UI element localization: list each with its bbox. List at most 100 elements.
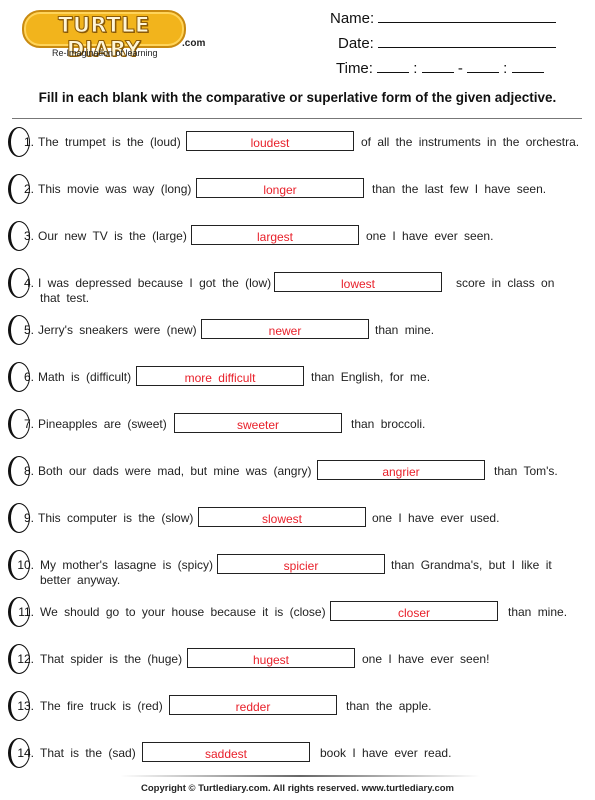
question-number: 9. bbox=[23, 511, 34, 525]
question-continuation: one I have ever seen. bbox=[366, 229, 494, 243]
question-continuation: one I have ever seen! bbox=[362, 652, 490, 666]
answer-box[interactable]: loudest bbox=[186, 131, 354, 151]
question-row: 3. Our new TV is the (large) largest one… bbox=[8, 221, 588, 257]
question-continuation: than English, for me. bbox=[311, 370, 431, 384]
end-hour-field[interactable] bbox=[466, 58, 499, 73]
time-colon: : bbox=[503, 60, 508, 77]
question-prompt: Math is (difficult) bbox=[38, 370, 132, 384]
answer-box[interactable]: spicier bbox=[217, 554, 385, 574]
question-row: 10. My mother's lasagne is (spicy) spici… bbox=[8, 550, 588, 587]
question-row: 1. The trumpet is the (loud) loudest of … bbox=[8, 127, 588, 163]
question-number-badge: 4. bbox=[8, 268, 34, 300]
time-colon: : bbox=[413, 60, 418, 77]
question-number: 2. bbox=[23, 182, 34, 196]
start-hour-field[interactable] bbox=[377, 58, 410, 73]
question-continuation: than Grandma's, but I like it bbox=[391, 558, 552, 572]
question-number-badge: 13. bbox=[8, 691, 34, 723]
question-row: 12. That spider is the (huge) hugest one… bbox=[8, 644, 588, 680]
question-row: 2. This movie was way (long) longer than… bbox=[8, 174, 588, 210]
question-prompt: That spider is the (huge) bbox=[40, 652, 183, 666]
time-row: Time: : - : bbox=[336, 58, 544, 77]
question-number-badge: 7. bbox=[8, 409, 34, 441]
question-row: 13. The fire truck is (red) redder than … bbox=[8, 691, 588, 727]
question-continuation: than broccoli. bbox=[351, 417, 426, 431]
question-continuation-line2: that test. bbox=[40, 291, 90, 305]
question-prompt: This movie was way (long) bbox=[38, 182, 192, 196]
name-field[interactable] bbox=[378, 8, 557, 23]
question-number: 14. bbox=[17, 746, 34, 760]
answer-box[interactable]: hugest bbox=[187, 648, 355, 668]
logo-tagline: Re-Imagination of learning bbox=[52, 48, 158, 58]
question-number-badge: 10. bbox=[8, 550, 34, 582]
answer-box[interactable]: newer bbox=[201, 319, 369, 339]
question-number: 6. bbox=[23, 370, 34, 384]
turtle-diary-logo: TURTLE DIARY .com Re-Imagination of lear… bbox=[22, 10, 206, 62]
question-continuation: one I have ever used. bbox=[372, 511, 500, 525]
date-label: Date: bbox=[338, 35, 374, 52]
question-continuation: of all the instruments in the orchestra. bbox=[361, 135, 580, 149]
question-prompt: Jerry's sneakers were (new) bbox=[38, 323, 197, 337]
answer-box[interactable]: slowest bbox=[198, 507, 366, 527]
time-dash: - bbox=[457, 60, 463, 77]
question-number: 13. bbox=[17, 699, 34, 713]
question-prompt: Both our dads were mad, but mine was (an… bbox=[38, 464, 312, 478]
copyright-footer: Copyright © Turtlediary.com. All rights … bbox=[141, 783, 454, 794]
question-row: 11. We should go to your house because i… bbox=[8, 597, 588, 633]
question-number: 8. bbox=[23, 464, 34, 478]
question-number-badge: 2. bbox=[8, 174, 34, 206]
question-continuation: than Tom's. bbox=[494, 464, 558, 478]
question-number: 3. bbox=[23, 229, 34, 243]
date-field[interactable] bbox=[378, 33, 557, 48]
question-number: 12. bbox=[17, 652, 34, 666]
name-row: Name: bbox=[330, 8, 557, 27]
question-number: 11. bbox=[18, 605, 34, 619]
question-number: 1. bbox=[23, 135, 34, 149]
answer-box[interactable]: redder bbox=[169, 695, 337, 715]
answer-box[interactable]: largest bbox=[191, 225, 359, 245]
question-number-badge: 11. bbox=[8, 597, 34, 629]
question-continuation: than mine. bbox=[375, 323, 435, 337]
question-row: 8. Both our dads were mad, but mine was … bbox=[8, 456, 588, 492]
question-continuation-line2: better anyway. bbox=[40, 573, 121, 587]
question-row: 14. That is the (sad) saddest book I hav… bbox=[8, 738, 588, 774]
footer-divider bbox=[120, 775, 480, 777]
question-number-badge: 1. bbox=[8, 127, 34, 159]
question-number-badge: 5. bbox=[8, 315, 34, 347]
time-label: Time: bbox=[336, 60, 373, 77]
answer-box[interactable]: more difficult bbox=[136, 366, 304, 386]
question-prompt: My mother's lasagne is (spicy) bbox=[40, 558, 214, 572]
question-prompt: Our new TV is the (large) bbox=[38, 229, 187, 243]
question-prompt: The fire truck is (red) bbox=[40, 699, 163, 713]
question-number: 7. bbox=[23, 417, 34, 431]
question-number: 4. bbox=[23, 276, 34, 290]
date-row: Date: bbox=[338, 33, 557, 52]
question-row: 7. Pineapples are (sweet) sweeter than b… bbox=[8, 409, 588, 445]
question-number-badge: 8. bbox=[8, 456, 34, 488]
answer-box[interactable]: longer bbox=[196, 178, 364, 198]
question-continuation: score in class on bbox=[456, 276, 555, 290]
question-number-badge: 14. bbox=[8, 738, 34, 770]
question-number-badge: 9. bbox=[8, 503, 34, 535]
answer-box[interactable]: angrier bbox=[317, 460, 485, 480]
question-number-badge: 12. bbox=[8, 644, 34, 676]
answer-box[interactable]: lowest bbox=[274, 272, 442, 292]
question-prompt: I was depressed because I got the (low) bbox=[38, 276, 272, 290]
question-continuation: than the last few I have seen. bbox=[372, 182, 547, 196]
name-label: Name: bbox=[330, 10, 375, 27]
question-number-badge: 3. bbox=[8, 221, 34, 253]
answer-box[interactable]: sweeter bbox=[174, 413, 342, 433]
question-prompt: Pineapples are (sweet) bbox=[38, 417, 167, 431]
question-row: 5. Jerry's sneakers were (new) newer tha… bbox=[8, 315, 588, 351]
answer-box[interactable]: saddest bbox=[142, 742, 310, 762]
question-continuation: than mine. bbox=[508, 605, 568, 619]
logo-domain: .com bbox=[182, 38, 206, 49]
question-number: 10. bbox=[17, 558, 34, 572]
answer-box[interactable]: closer bbox=[330, 601, 498, 621]
start-minute-field[interactable] bbox=[421, 58, 454, 73]
question-continuation: than the apple. bbox=[346, 699, 432, 713]
question-number-badge: 6. bbox=[8, 362, 34, 394]
end-minute-field[interactable] bbox=[511, 58, 544, 73]
question-continuation: book I have ever read. bbox=[320, 746, 452, 760]
question-prompt: That is the (sad) bbox=[40, 746, 136, 760]
question-prompt: We should go to your house because it is… bbox=[40, 605, 326, 619]
